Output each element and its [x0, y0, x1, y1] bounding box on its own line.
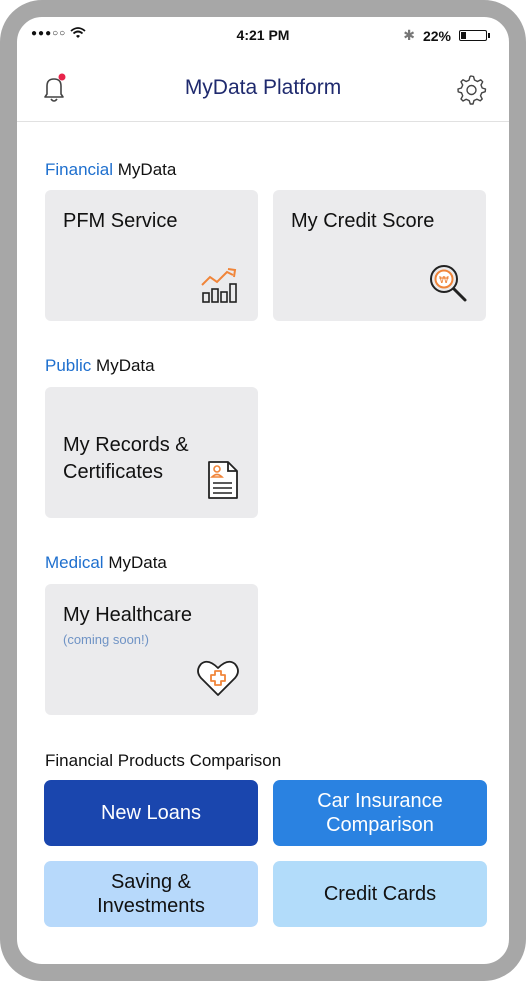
bluetooth-icon: ✱ — [403, 27, 415, 43]
chart-icon — [201, 268, 237, 303]
new-loans-button[interactable]: New Loans — [44, 780, 258, 846]
section-heading-financial: Financial MyData — [45, 160, 176, 180]
phone-frame: ●●●○○ 4:21 PM ✱ 22% MyData Platform Fina… — [0, 0, 526, 981]
app-header: MyData Platform — [17, 61, 509, 122]
credit-cards-button[interactable]: Credit Cards — [273, 861, 487, 927]
section-heading-public: Public MyData — [45, 356, 155, 376]
pfm-service-card[interactable]: PFM Service — [45, 190, 258, 321]
section-heading-medical: Medical MyData — [45, 553, 167, 573]
car-insurance-button[interactable]: Car Insurance Comparison — [273, 780, 487, 846]
heart-plus-icon — [197, 660, 239, 696]
page-title: MyData Platform — [184, 76, 342, 99]
card-label: My Records & Certificates — [63, 434, 189, 483]
credit-score-card[interactable]: My Credit Score ₩ — [273, 190, 486, 321]
section-rest: MyData — [91, 356, 155, 375]
status-bar: ●●●○○ 4:21 PM ✱ 22% — [17, 17, 509, 53]
healthcare-card[interactable]: My Healthcare (coming soon!) — [45, 584, 258, 715]
section-accent: Public — [45, 356, 92, 375]
saving-investments-button[interactable]: Saving & Investments — [44, 861, 258, 927]
section-accent: Financial — [45, 160, 114, 179]
section-rest: MyData — [113, 160, 177, 179]
card-label: My Credit Score — [291, 210, 435, 232]
battery-fill — [461, 32, 466, 39]
battery-icon — [459, 30, 490, 41]
section-accent: Medical — [45, 553, 104, 572]
comparison-title: Financial Products Comparison — [45, 751, 282, 770]
document-icon — [208, 461, 238, 499]
credit-search-icon: ₩ — [430, 265, 467, 302]
battery-percent: 22% — [422, 27, 451, 44]
section-rest: MyData — [103, 553, 167, 572]
records-certificates-card[interactable]: My Records & Certificates — [45, 387, 258, 518]
status-right: ✱ 22% — [403, 27, 490, 44]
card-label: PFM Service — [63, 210, 178, 232]
gear-icon[interactable] — [455, 73, 487, 105]
coming-soon-label: (coming soon!) — [63, 632, 149, 647]
card-label: My Healthcare — [63, 604, 192, 626]
svg-text:₩: ₩ — [439, 275, 449, 286]
